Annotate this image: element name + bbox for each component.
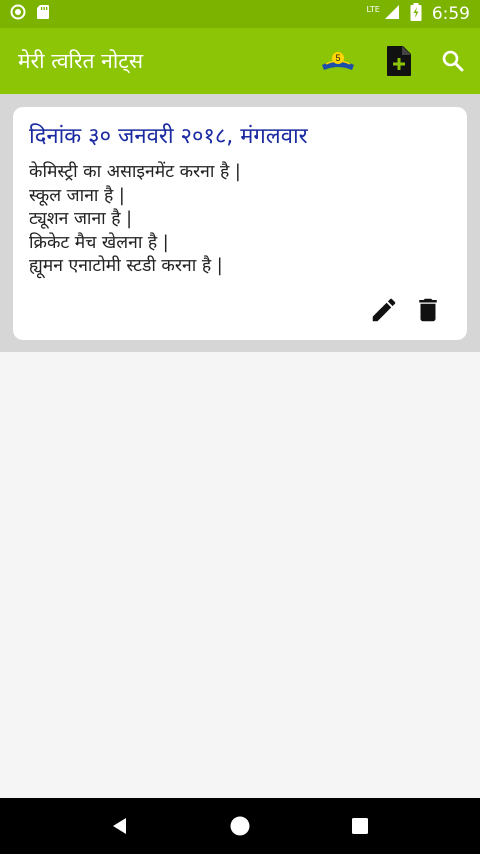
system-nav-bar xyxy=(0,798,480,854)
nav-home-button[interactable] xyxy=(220,806,260,846)
status-bar-right: LTE 6:59 xyxy=(367,3,470,25)
back-icon xyxy=(113,818,126,834)
status-bar: LTE 6:59 xyxy=(0,0,480,28)
note-line: क्रिकेट मैच खेलना है | xyxy=(29,232,169,253)
status-bar-left xyxy=(10,4,50,24)
add-note-icon xyxy=(387,46,411,76)
home-icon xyxy=(230,816,250,836)
signal-icon xyxy=(384,4,400,24)
network-type-label: LTE xyxy=(366,4,380,14)
note-line: ह्यूमन एनाटोमी स्टडी करना है | xyxy=(29,256,223,276)
note-date: दिनांक ३० जनवरी २०१८, मंगलवार xyxy=(29,124,308,149)
app-bar-actions: 5 xyxy=(320,45,464,77)
delete-note-button[interactable] xyxy=(413,294,443,326)
add-note-button[interactable] xyxy=(386,45,412,77)
recents-icon xyxy=(352,818,368,834)
battery-icon xyxy=(410,3,422,25)
promo-badge-number: 5 xyxy=(335,53,340,63)
app-bar: मेरी त्वरित नोट्स 5 xyxy=(0,28,480,94)
edit-note-button[interactable] xyxy=(369,295,399,325)
notification-circle-icon xyxy=(10,4,26,24)
note-actions xyxy=(369,294,443,326)
sd-card-icon xyxy=(36,4,50,24)
note-card[interactable]: दिनांक ३० जनवरी २०१८, मंगलवार केमिस्ट्री… xyxy=(13,107,467,340)
edit-icon xyxy=(372,298,396,322)
status-time: 6:59 xyxy=(431,4,470,24)
app-title: मेरी त्वरित नोट्स xyxy=(18,49,144,73)
search-button[interactable] xyxy=(442,50,464,72)
note-line: केमिस्ट्री का असाइनमेंट करना है | xyxy=(29,162,241,182)
promo-badge-icon: 5 xyxy=(322,52,354,70)
note-line: ट्यूशन जाना है | xyxy=(29,209,133,229)
promo-badge-button[interactable]: 5 xyxy=(320,49,356,73)
nav-recents-button[interactable] xyxy=(340,806,380,846)
nav-back-button[interactable] xyxy=(100,806,140,846)
delete-icon xyxy=(419,298,437,322)
search-icon xyxy=(442,50,464,72)
note-line: स्कूल जाना है | xyxy=(29,185,125,206)
